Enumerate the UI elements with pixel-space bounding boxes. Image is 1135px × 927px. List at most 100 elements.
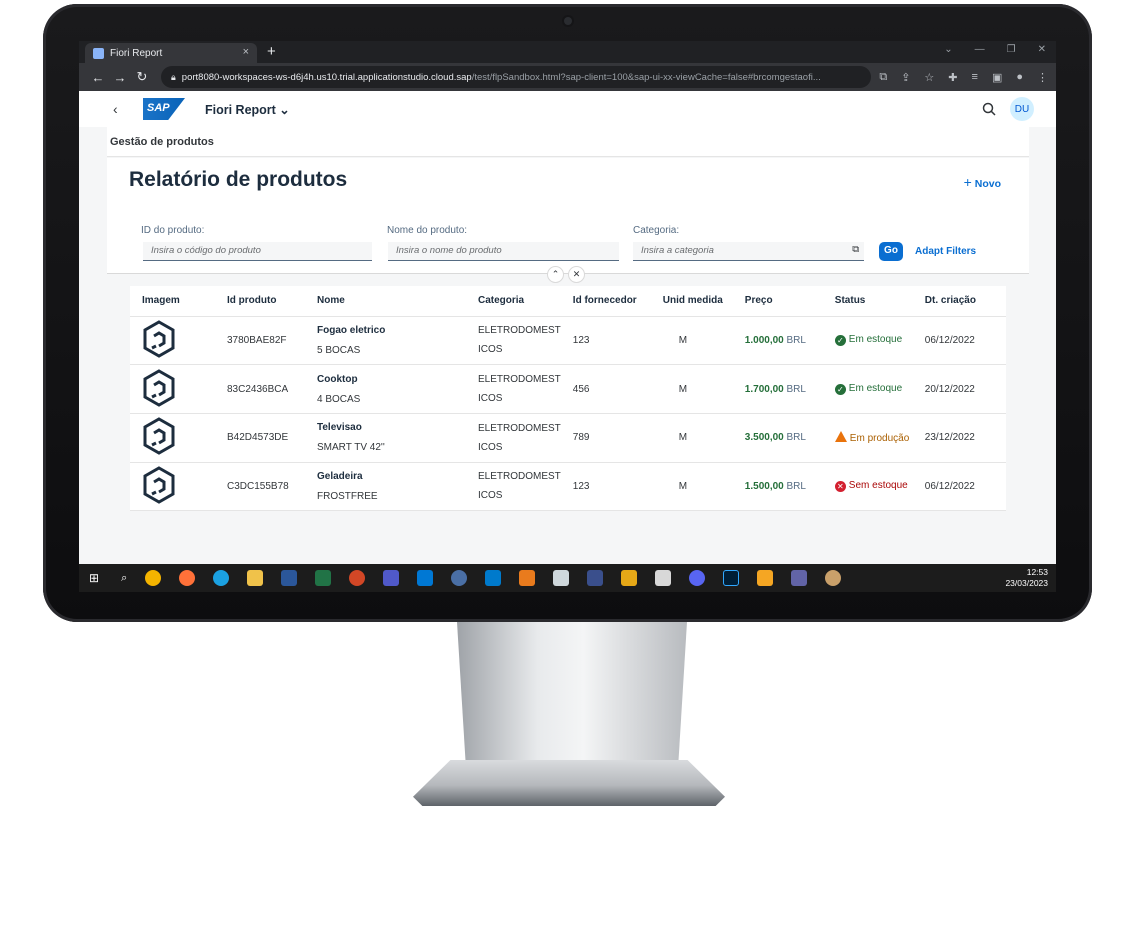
menu-icon[interactable]: ⋮: [1037, 71, 1048, 84]
category-cell: ELETRODOMEST ICOS: [466, 364, 561, 414]
media-icon[interactable]: ≡: [972, 71, 978, 84]
close-tab-icon[interactable]: ×: [243, 46, 249, 58]
collapse-header-icon[interactable]: ⌃: [547, 266, 564, 283]
monitor-base: [413, 760, 725, 806]
products-table: Imagem Id produto Nome Categoria Id forn…: [130, 286, 1006, 512]
app-icon[interactable]: [621, 570, 638, 586]
status-text: Em produção: [849, 433, 910, 445]
created-date: 23/12/2022: [912, 413, 1006, 463]
currency: BRL: [786, 480, 806, 492]
discord-icon[interactable]: [689, 570, 706, 586]
table-row[interactable]: 3780BAE82F Fogao eletrico 5 BOCAS ELETROD…: [130, 316, 1006, 366]
category-cell: ELETRODOMEST ICOS: [466, 462, 561, 512]
app-title-menu[interactable]: Fiori Report ⌄: [205, 102, 290, 117]
plus-icon: +: [963, 174, 972, 190]
name-filter-label: Nome do produto:: [387, 225, 468, 236]
column-header: Dt. criação: [912, 286, 1006, 317]
file-explorer-icon[interactable]: [247, 570, 264, 586]
name-filter-input[interactable]: Insira o nome do produto: [388, 242, 619, 261]
category-line1: ELETRODOMEST: [478, 471, 561, 483]
url-host: port8080-workspaces-ws-d6j4h.us10.trial.…: [181, 71, 472, 83]
category-line2: ICOS: [478, 490, 503, 502]
go-button[interactable]: Go: [879, 242, 903, 261]
back-icon[interactable]: ‹: [113, 101, 139, 117]
column-header: Status: [822, 286, 913, 317]
extension-toolbar: ⧉ ⇪ ☆ ✚ ≡ ▣ ● ⋮: [879, 71, 1048, 84]
status-cell: ✕ Sem estoque: [822, 462, 913, 512]
price-value: 1.000,00: [744, 334, 784, 346]
paint-icon[interactable]: [825, 570, 842, 586]
teams-icon[interactable]: [383, 570, 400, 586]
unit: M: [650, 413, 733, 463]
avatar[interactable]: DU: [1010, 97, 1034, 121]
supplier-id: 789: [560, 413, 651, 463]
translate-icon[interactable]: ⧉: [879, 71, 887, 84]
value-help-icon[interactable]: ⧉: [852, 244, 859, 255]
product-logo-icon: [143, 368, 175, 407]
new-button[interactable]: + Novo: [964, 174, 1001, 190]
url-input[interactable]: 🔒︎ port8080-workspaces-ws-d6j4h.us10.tri…: [161, 66, 872, 88]
product-name-cell: Televisao SMART TV 42'': [305, 413, 466, 463]
bookmark-star-icon[interactable]: ☆: [924, 71, 934, 84]
table-header-row: Imagem Id produto Nome Categoria Id forn…: [130, 286, 1006, 317]
app-icon[interactable]: [519, 570, 536, 586]
id-filter-input[interactable]: Insira o código do produto: [143, 242, 372, 261]
table-row[interactable]: C3DC155B78 Geladeira FROSTFREE ELETRODOME…: [130, 462, 1006, 512]
restore-icon[interactable]: ❐: [1007, 44, 1016, 55]
new-button-label: Novo: [974, 178, 1001, 190]
app-icon[interactable]: [451, 570, 468, 586]
category-filter-input[interactable]: Insira a categoria ⧉: [633, 242, 864, 261]
status-text: Em estoque: [848, 383, 903, 395]
search-taskbar-icon[interactable]: ⌕: [121, 572, 127, 585]
table-row[interactable]: B42D4573DE Televisao SMART TV 42'' ELETRO…: [130, 413, 1006, 463]
profile-icon[interactable]: ●: [1016, 71, 1023, 84]
minimize-icon[interactable]: —: [975, 44, 985, 55]
column-header: Id fornecedor: [560, 286, 651, 317]
firefox-icon[interactable]: [179, 570, 196, 586]
browser-tab[interactable]: Fiori Report ×: [85, 43, 257, 63]
sidepanel-icon[interactable]: ▣: [992, 71, 1002, 84]
product-logo-icon: [143, 417, 175, 455]
category-line1: ELETRODOMEST: [478, 374, 561, 386]
photoshop-icon[interactable]: [723, 570, 740, 586]
close-window-icon[interactable]: ✕: [1038, 44, 1046, 55]
tab-search-icon[interactable]: ⌄: [944, 44, 952, 55]
product-desc: FROSTFREE: [317, 490, 378, 502]
adapt-filters-link[interactable]: Adapt Filters: [915, 246, 976, 257]
header-toggle-group: ⌃ ✕: [547, 266, 585, 283]
search-icon[interactable]: [982, 102, 996, 116]
table-row[interactable]: 83C2436BCA Cooktop 4 BOCAS ELETRODOMEST IC…: [130, 364, 1006, 414]
extensions-icon[interactable]: ✚: [948, 71, 957, 84]
product-image-cell: [130, 413, 215, 463]
virtualbox-icon[interactable]: [553, 570, 570, 586]
start-icon[interactable]: ⊞: [89, 571, 99, 585]
product-name: Cooktop: [317, 373, 358, 385]
app-icon[interactable]: [757, 570, 774, 586]
sap-logo[interactable]: SAP: [143, 98, 185, 120]
new-tab-button[interactable]: +: [267, 43, 276, 60]
back-arrow-icon[interactable]: ←: [87, 70, 109, 85]
forward-arrow-icon[interactable]: →: [109, 70, 131, 85]
product-logo-icon: [143, 320, 175, 358]
product-id: B42D4573DE: [215, 413, 305, 463]
vscode-icon[interactable]: [485, 570, 502, 586]
unit: M: [650, 316, 733, 366]
system-clock[interactable]: 12:53 23/03/2023: [1005, 567, 1048, 589]
remote-desktop-icon[interactable]: [655, 570, 672, 586]
pin-header-icon[interactable]: ✕: [568, 266, 585, 283]
supplier-id: 123: [560, 462, 651, 512]
share-icon[interactable]: ⇪: [901, 71, 910, 84]
edge-icon[interactable]: [213, 570, 230, 586]
reload-icon[interactable]: ↻: [131, 69, 153, 85]
app-icon[interactable]: [587, 570, 604, 586]
teams-icon[interactable]: [791, 570, 808, 586]
outlook-icon[interactable]: [417, 570, 434, 586]
created-date: 06/12/2022: [912, 316, 1006, 366]
chrome-icon[interactable]: [145, 570, 162, 586]
product-name-cell: Cooktop 4 BOCAS: [305, 364, 466, 414]
excel-icon[interactable]: [315, 570, 332, 586]
word-icon[interactable]: [281, 570, 298, 586]
category-cell: ELETRODOMEST ICOS: [466, 316, 561, 366]
powerpoint-icon[interactable]: [349, 570, 366, 586]
tab-title: Fiori Report: [110, 47, 163, 59]
